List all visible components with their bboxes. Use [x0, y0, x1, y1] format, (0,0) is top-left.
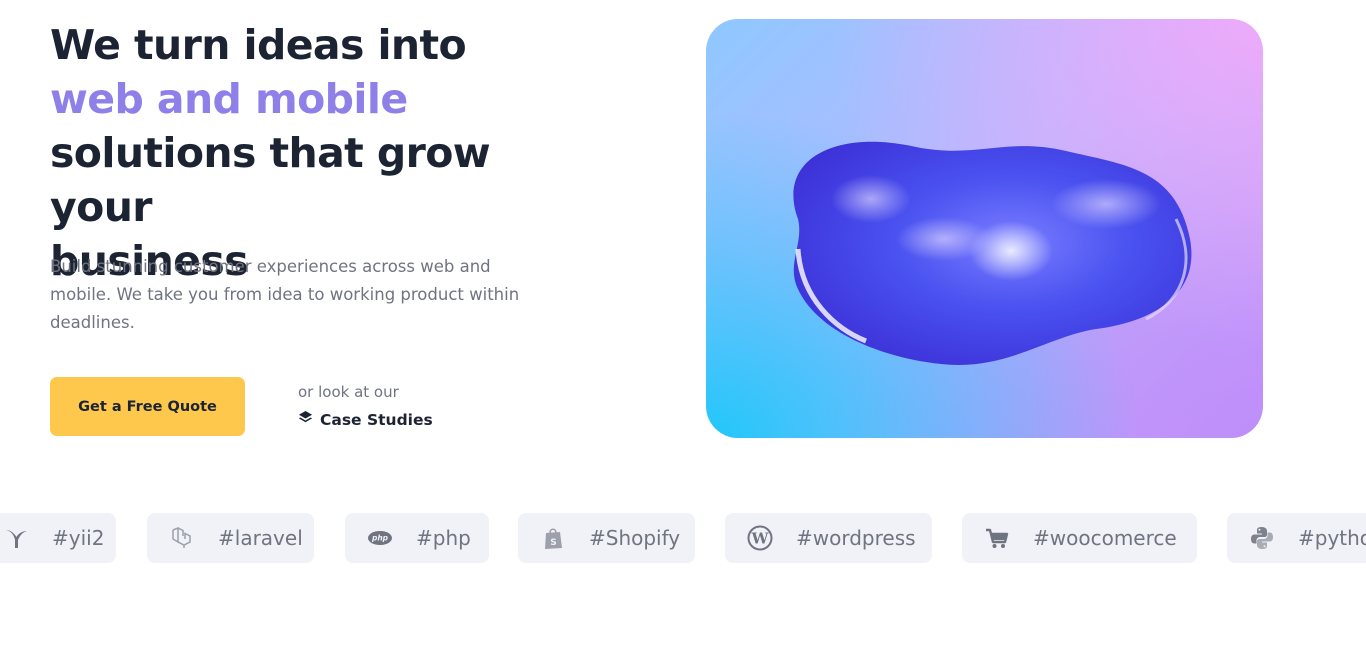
- shopify-icon: S: [539, 524, 567, 552]
- tag-yii2[interactable]: #yii2: [0, 513, 116, 563]
- wordpress-icon: W: [746, 524, 774, 552]
- svg-text:S: S: [550, 538, 556, 548]
- tag-label: #woocomerce: [1033, 526, 1177, 550]
- hero-subtext: Build stunning customer experiences acro…: [50, 257, 520, 332]
- tag-label: #Shopify: [589, 526, 681, 550]
- tag-wordpress[interactable]: W #wordpress: [725, 513, 932, 563]
- tag-label: #wordpress: [796, 526, 916, 550]
- headline-line-1: We turn ideas into: [50, 21, 467, 69]
- python-icon: [1248, 524, 1276, 552]
- tag-php[interactable]: php #php: [345, 513, 489, 563]
- laravel-icon: [168, 524, 196, 552]
- headline-line-3: solutions that grow your: [50, 129, 491, 231]
- hero-headline: We turn ideas into web and mobile soluti…: [50, 18, 590, 288]
- hero-illustration: [706, 19, 1263, 438]
- get-free-quote-button[interactable]: Get a Free Quote: [50, 377, 245, 436]
- tag-shopify[interactable]: S #Shopify: [518, 513, 695, 563]
- hero-text-block: We turn ideas into web and mobile soluti…: [50, 18, 590, 288]
- case-studies-label: Case Studies: [320, 410, 433, 429]
- php-icon: php: [366, 524, 394, 552]
- layers-icon: [298, 410, 313, 429]
- case-studies-link[interactable]: Case Studies: [298, 410, 433, 429]
- cart-icon: [983, 524, 1011, 552]
- tag-label: #yii2: [52, 526, 105, 550]
- tag-label: #laravel: [218, 526, 303, 550]
- tag-label: #php: [416, 526, 471, 550]
- tag-label: #pytho: [1298, 526, 1366, 550]
- tag-python[interactable]: #pytho: [1227, 513, 1366, 563]
- or-look-text: or look at our: [298, 383, 399, 401]
- technology-tags-strip: #yii2 #laravel php #php S #Shopify W #wo…: [0, 513, 1366, 563]
- tag-woocomerce[interactable]: #woocomerce: [962, 513, 1197, 563]
- blob-illustration: [793, 141, 1192, 365]
- svg-text:W: W: [751, 530, 770, 548]
- yii-icon: [2, 524, 30, 552]
- headline-accent: web and mobile: [50, 75, 408, 123]
- tag-laravel[interactable]: #laravel: [147, 513, 314, 563]
- svg-text:php: php: [371, 534, 389, 543]
